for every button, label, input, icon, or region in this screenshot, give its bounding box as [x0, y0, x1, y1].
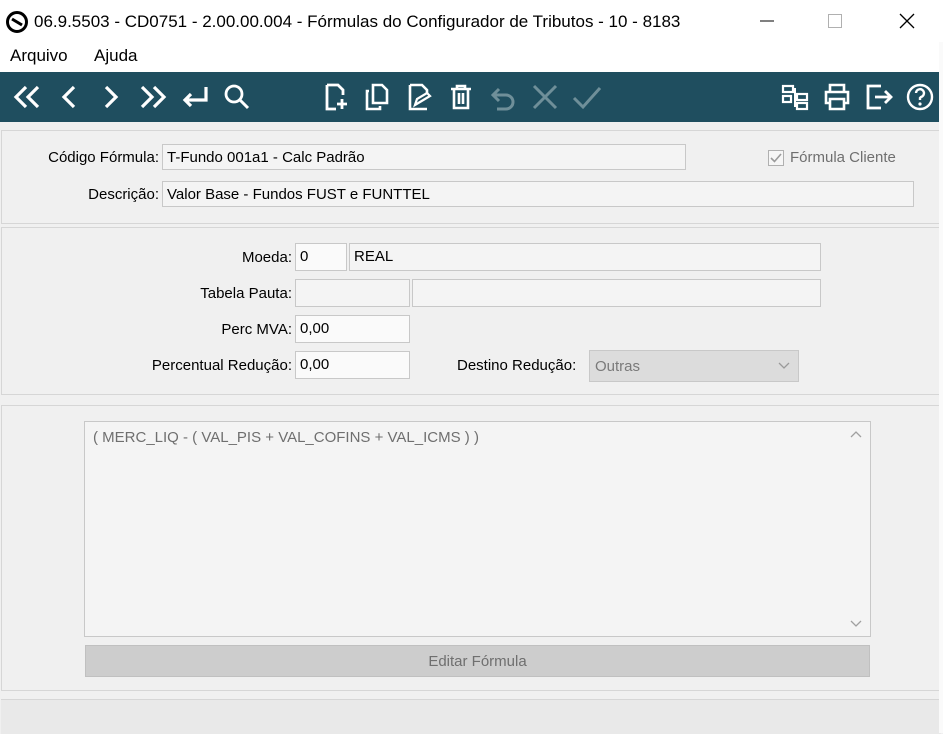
undo-icon: [490, 87, 515, 111]
moeda-name-field: REAL: [349, 243, 821, 271]
formula-cliente-label: Fórmula Cliente: [790, 149, 896, 166]
print-button[interactable]: [820, 80, 854, 114]
goto-record-button[interactable]: [178, 80, 212, 114]
next-record-button[interactable]: [94, 80, 128, 114]
moeda-label: Moeda:: [241, 249, 292, 266]
confirm-icon: [572, 86, 602, 110]
destino-reducao-select[interactable]: Outras: [589, 350, 799, 382]
window-title: 06.9.5503 - CD0751 - 2.00.00.004 - Fórmu…: [34, 12, 681, 31]
header-panel: Código Fórmula: T-Fundo 001a1 - Calc Pad…: [1, 130, 941, 224]
cancel-icon: [532, 84, 558, 110]
search-icon: [224, 84, 250, 110]
edit-document-icon: [408, 83, 432, 111]
destino-reducao-label: Destino Redução:: [457, 357, 577, 374]
chevron-down-icon: [778, 362, 790, 369]
copy-document-icon: [365, 83, 389, 111]
status-bar: [1, 699, 941, 734]
delete-button[interactable]: [444, 80, 478, 114]
goto-icon: [182, 87, 208, 108]
close-icon: [899, 13, 915, 29]
formula-textarea[interactable]: ( MERC_LIQ - ( VAL_PIS + VAL_COFINS + VA…: [84, 421, 871, 637]
help-button[interactable]: [903, 80, 937, 114]
tabela-pauta-desc-field: [412, 279, 821, 307]
help-icon: [906, 83, 934, 111]
print-icon: [824, 83, 850, 111]
formula-text: ( MERC_LIQ - ( VAL_PIS + VAL_COFINS + VA…: [93, 429, 479, 446]
last-record-button[interactable]: [136, 80, 170, 114]
next-icon: [104, 85, 119, 109]
menu-arquivo[interactable]: Arquivo: [10, 46, 68, 66]
copy-button[interactable]: [360, 80, 394, 114]
exit-button[interactable]: [862, 80, 896, 114]
structure-button[interactable]: [778, 80, 812, 114]
confirm-button[interactable]: [570, 80, 604, 114]
app-logo-icon: [6, 11, 28, 33]
details-panel: Moeda: 0 REAL Tabela Pauta: Perc MVA: 0,…: [1, 227, 941, 395]
codigo-label: Código Fórmula:: [48, 149, 159, 166]
descricao-field[interactable]: Valor Base - Fundos FUST e FUNTTEL: [162, 181, 914, 207]
structure-icon: [781, 84, 809, 111]
close-button[interactable]: [884, 0, 930, 42]
perc-mva-field[interactable]: 0,00: [295, 315, 410, 343]
tabela-pauta-label: Tabela Pauta:: [200, 285, 292, 302]
checkmark-icon: [770, 153, 782, 163]
menu-ajuda[interactable]: Ajuda: [94, 46, 137, 66]
maximize-button[interactable]: [812, 0, 858, 42]
scroll-down-icon[interactable]: [850, 620, 862, 628]
perc-reducao-label: Percentual Redução:: [151, 357, 292, 374]
search-button[interactable]: [220, 80, 254, 114]
previous-icon: [61, 85, 76, 109]
last-icon: [140, 85, 167, 109]
maximize-icon: [828, 14, 842, 28]
minimize-icon: [760, 20, 774, 22]
first-icon: [13, 85, 40, 109]
new-button[interactable]: [318, 80, 352, 114]
formula-cliente-checkbox[interactable]: [768, 150, 784, 166]
tabela-pauta-code-field[interactable]: [295, 279, 410, 307]
edit-button[interactable]: [402, 80, 436, 114]
destino-reducao-value: Outras: [595, 358, 641, 375]
scroll-up-icon[interactable]: [850, 430, 862, 438]
cancel-button[interactable]: [528, 80, 562, 114]
minimize-button[interactable]: [744, 0, 790, 42]
toolbar: [0, 72, 943, 122]
perc-mva-label: Perc MVA:: [221, 321, 292, 338]
descricao-label: Descrição:: [88, 186, 159, 203]
first-record-button[interactable]: [10, 80, 44, 114]
new-document-icon: [325, 83, 347, 111]
delete-icon: [451, 84, 471, 110]
moeda-code-field[interactable]: 0: [295, 243, 347, 271]
menu-bar: Arquivo Ajuda: [0, 42, 943, 72]
exit-icon: [866, 84, 893, 110]
edit-formula-button[interactable]: Editar Fórmula: [85, 645, 870, 677]
window-edge: [939, 42, 943, 733]
codigo-field[interactable]: T-Fundo 001a1 - Calc Padrão: [162, 144, 686, 170]
undo-button[interactable]: [486, 80, 520, 114]
title-bar: 06.9.5503 - CD0751 - 2.00.00.004 - Fórmu…: [0, 0, 943, 42]
perc-reducao-field[interactable]: 0,00: [295, 351, 410, 379]
previous-record-button[interactable]: [52, 80, 86, 114]
